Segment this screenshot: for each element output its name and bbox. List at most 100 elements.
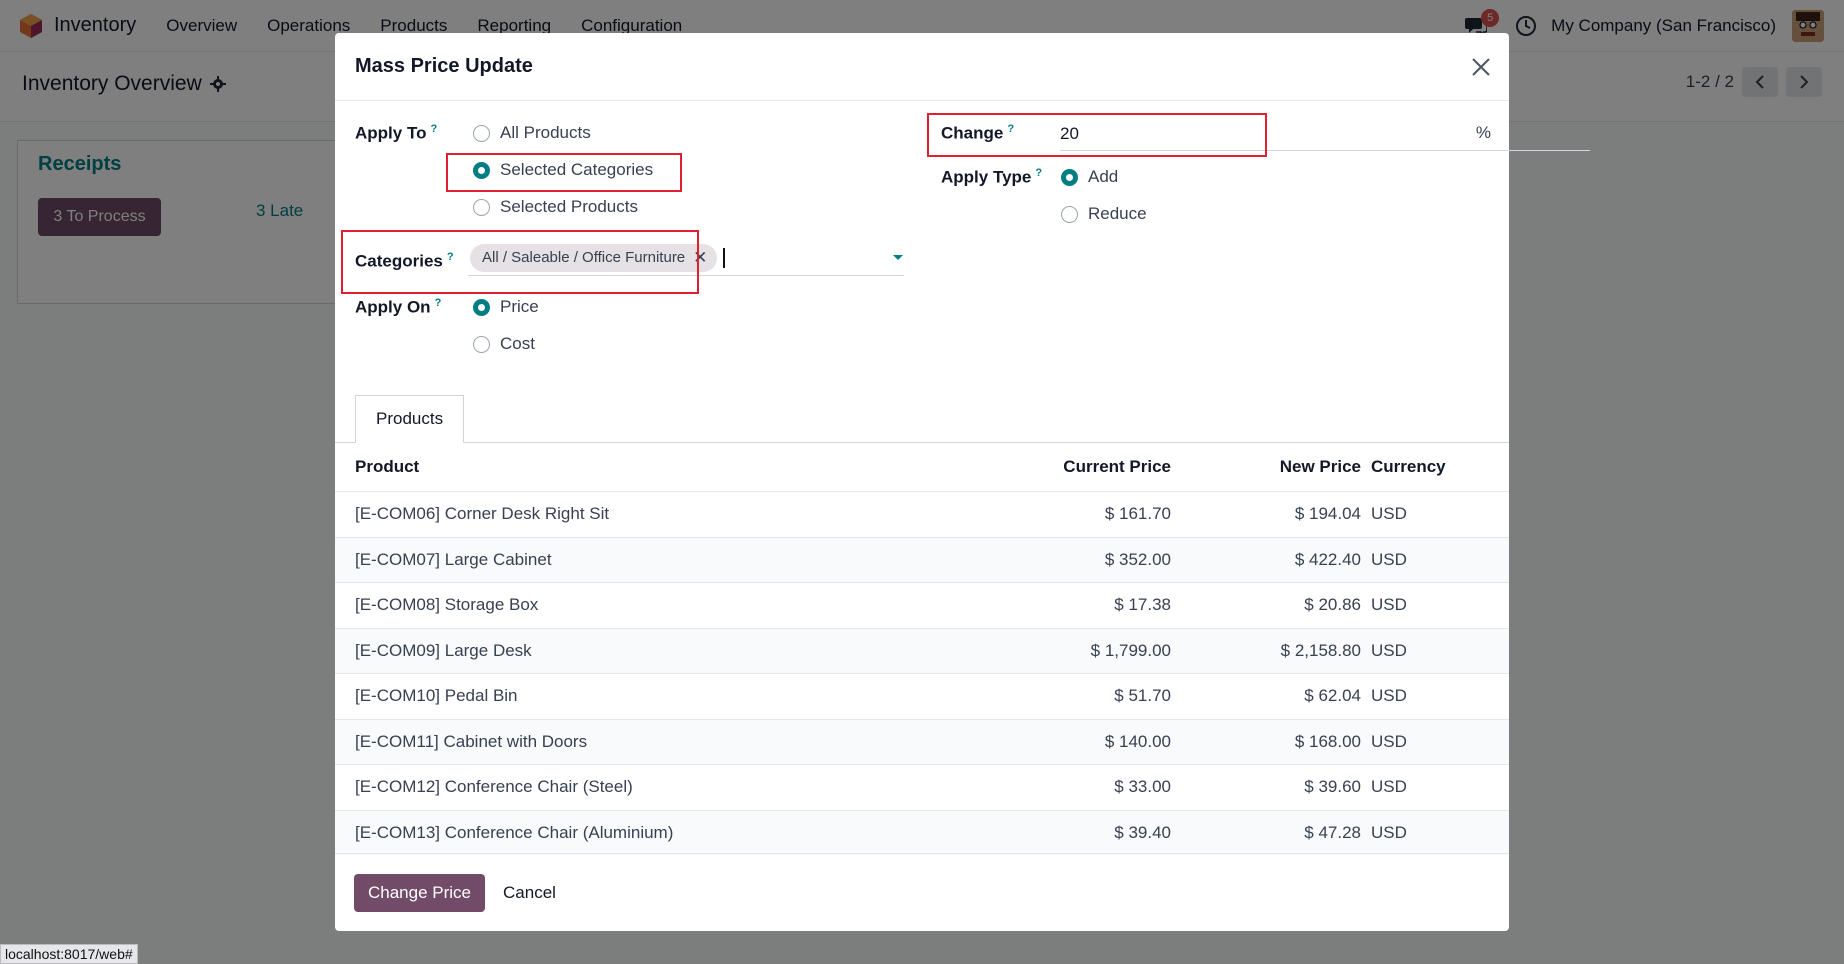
modal-header: Mass Price Update — [335, 33, 1509, 101]
radio-label: Selected Categories — [500, 160, 654, 179]
cell-product: [E-COM06] Corner Desk Right Sit — [355, 504, 610, 524]
cell-product: [E-COM08] Storage Box — [355, 595, 539, 615]
table-row[interactable]: [E-COM06] Corner Desk Right Sit $ 161.70… — [335, 491, 1509, 537]
apply-on-label: Apply On? — [355, 297, 441, 318]
products-table: Product Current Price New Price Currency… — [335, 443, 1509, 855]
cell-current-price: $ 51.70 — [1114, 686, 1171, 706]
help-icon[interactable]: ? — [435, 297, 442, 309]
cell-product: [E-COM07] Large Cabinet — [355, 549, 552, 569]
change-price-button[interactable]: Change Price — [354, 873, 486, 912]
cell-current-price: $ 161.70 — [1104, 504, 1171, 524]
cell-current-price: $ 33.00 — [1114, 777, 1171, 797]
radio-unchecked-icon — [473, 198, 490, 216]
apply-to-label: Apply To? — [355, 123, 437, 144]
cell-currency: USD — [1371, 731, 1407, 751]
categories-label: Categories? — [355, 251, 454, 272]
apply-on-label-text: Apply On — [355, 297, 431, 317]
change-label: Change? — [941, 123, 1014, 144]
column-header-currency[interactable]: Currency — [1371, 457, 1446, 477]
table-row[interactable]: [E-COM09] Large Desk $ 1,799.00 $ 2,158.… — [335, 627, 1509, 673]
cell-currency: USD — [1371, 822, 1407, 842]
cell-product: [E-COM13] Conference Chair (Aluminium) — [355, 822, 674, 842]
radio-label: All Products — [500, 123, 591, 142]
caret-down-icon[interactable] — [893, 255, 903, 260]
categories-label-text: Categories — [355, 251, 443, 271]
apply-to-selected-products-radio[interactable]: Selected Products — [473, 197, 638, 217]
radio-checked-icon — [473, 298, 490, 316]
cell-current-price: $ 39.40 — [1114, 822, 1171, 842]
cell-currency: USD — [1371, 549, 1407, 569]
apply-on-cost-radio[interactable]: Cost — [473, 334, 535, 354]
cell-new-price: $ 47.28 — [1304, 822, 1361, 842]
radio-label: Selected Products — [500, 197, 638, 216]
apply-to-label-text: Apply To — [355, 123, 427, 143]
cell-new-price: $ 20.86 — [1304, 595, 1361, 615]
table-header: Product Current Price New Price Currency — [335, 443, 1509, 491]
apply-type-add-radio[interactable]: Add — [1061, 167, 1118, 187]
radio-unchecked-icon — [473, 124, 490, 142]
apply-to-all-products-radio[interactable]: All Products — [473, 123, 591, 143]
status-bar-url: localhost:8017/web# — [0, 944, 138, 964]
cell-new-price: $ 62.04 — [1304, 686, 1361, 706]
table-row[interactable]: [E-COM13] Conference Chair (Aluminium) $… — [335, 809, 1509, 855]
apply-to-selected-categories-radio[interactable]: Selected Categories — [473, 160, 653, 180]
mass-price-update-dialog: Mass Price Update Apply To? All Products… — [335, 33, 1590, 931]
help-icon[interactable]: ? — [1035, 167, 1042, 179]
change-label-text: Change — [941, 123, 1004, 143]
help-icon[interactable]: ? — [447, 251, 454, 263]
table-row[interactable]: [E-COM07] Large Cabinet $ 352.00 $ 422.4… — [335, 536, 1509, 582]
text-cursor — [723, 247, 726, 268]
apply-type-reduce-radio[interactable]: Reduce — [1061, 204, 1147, 224]
column-header-product[interactable]: Product — [355, 457, 419, 477]
radio-label: Price — [500, 297, 539, 316]
category-tag: All / Saleable / Office Furniture ✕ — [470, 243, 718, 272]
modal-footer: Change Price Cancel — [335, 853, 1509, 931]
cell-currency: USD — [1371, 686, 1407, 706]
column-header-current-price[interactable]: Current Price — [1063, 457, 1171, 477]
apply-type-label: Apply Type? — [941, 167, 1042, 188]
category-tag-label: All / Saleable / Office Furniture — [482, 249, 686, 266]
cell-new-price: $ 422.40 — [1294, 549, 1361, 569]
column-header-new-price[interactable]: New Price — [1280, 457, 1361, 477]
cell-new-price: $ 39.60 — [1304, 777, 1361, 797]
cell-currency: USD — [1371, 504, 1407, 524]
remove-tag-icon[interactable]: ✕ — [693, 249, 707, 266]
categories-many2many-field[interactable]: All / Saleable / Office Furniture ✕ — [468, 240, 904, 276]
cell-currency: USD — [1371, 595, 1407, 615]
radio-unchecked-icon — [1061, 205, 1078, 223]
cell-currency: USD — [1371, 777, 1407, 797]
change-value: 20 — [1060, 123, 1079, 143]
radio-checked-icon — [473, 161, 490, 179]
cell-current-price: $ 352.00 — [1104, 549, 1171, 569]
change-unit: % — [1475, 123, 1491, 142]
modal-title: Mass Price Update — [355, 55, 533, 77]
cell-product: [E-COM09] Large Desk — [355, 640, 532, 660]
table-row[interactable]: [E-COM08] Storage Box $ 17.38 $ 20.86 US… — [335, 582, 1509, 628]
cell-current-price: $ 140.00 — [1104, 731, 1171, 751]
cell-product: [E-COM10] Pedal Bin — [355, 686, 518, 706]
table-row[interactable]: [E-COM10] Pedal Bin $ 51.70 $ 62.04 USD — [335, 673, 1509, 719]
help-icon[interactable]: ? — [430, 123, 437, 135]
cell-new-price: $ 168.00 — [1294, 731, 1361, 751]
notebook-tabs: Products — [335, 395, 1509, 443]
cell-product: [E-COM12] Conference Chair (Steel) — [355, 777, 633, 797]
radio-unchecked-icon — [473, 335, 490, 353]
cell-new-price: $ 194.04 — [1294, 504, 1361, 524]
apply-on-price-radio[interactable]: Price — [473, 297, 539, 317]
close-icon[interactable] — [1469, 55, 1493, 79]
radio-label: Add — [1088, 167, 1119, 186]
tab-products[interactable]: Products — [355, 395, 465, 443]
cell-current-price: $ 17.38 — [1114, 595, 1171, 615]
radio-checked-icon — [1061, 168, 1078, 186]
apply-type-label-text: Apply Type — [941, 167, 1032, 187]
cell-product: [E-COM11] Cabinet with Doors — [355, 731, 588, 751]
radio-label: Cost — [500, 334, 535, 353]
table-row[interactable]: [E-COM11] Cabinet with Doors $ 140.00 $ … — [335, 718, 1509, 764]
cell-current-price: $ 1,799.00 — [1090, 640, 1171, 660]
cancel-button[interactable]: Cancel — [503, 883, 556, 903]
table-row[interactable]: [E-COM12] Conference Chair (Steel) $ 33.… — [335, 764, 1509, 810]
help-icon[interactable]: ? — [1007, 123, 1014, 135]
change-input[interactable]: 20 — [1060, 117, 1590, 151]
cell-currency: USD — [1371, 640, 1407, 660]
cell-new-price: $ 2,158.80 — [1280, 640, 1361, 660]
